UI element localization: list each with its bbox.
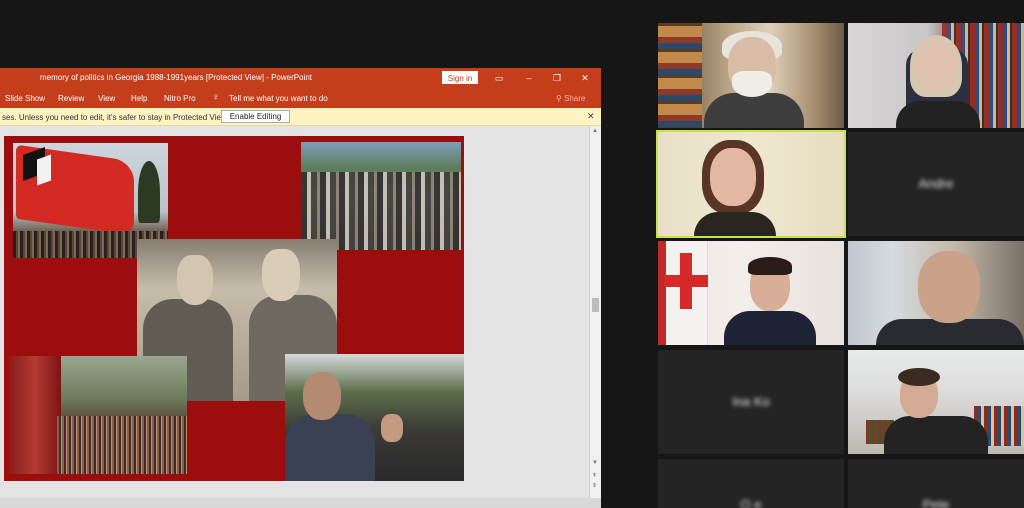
window-title: memory of politics in Georgia 1988-1991y… [40,73,312,82]
close-icon[interactable]: ✕ [577,71,593,85]
protected-view-message: ses. Unless you need to edit, it's safer… [2,113,229,122]
photo-rally [9,356,187,474]
photo-march [301,142,461,250]
sign-in-button[interactable]: Sign in [442,71,478,84]
share-label: Share [564,94,586,103]
share-button[interactable]: ⚲ Share [556,94,585,103]
tell-me-search[interactable]: Tell me what you want to do [229,94,328,103]
title-bar: memory of politics in Georgia 1988-1991y… [0,68,601,88]
participant-name: Andre [918,176,954,191]
protected-view-bar: ses. Unless you need to edit, it's safer… [0,108,601,126]
tab-slide-show[interactable]: Slide Show [5,94,45,103]
restore-icon[interactable]: ❐ [549,71,565,85]
person-icon: ⚲ [556,94,562,103]
participant-name: O e [740,497,762,508]
screen: memory of politics in Georgia 1988-1991y… [0,0,1024,508]
participant-video[interactable] [658,23,844,128]
active-speaker-video[interactable] [656,130,846,238]
participant-video[interactable] [848,350,1024,454]
participant-video[interactable] [658,241,844,345]
ribbon-display-icon[interactable]: ▭ [491,71,507,85]
status-bar [0,498,601,508]
tab-help[interactable]: Help [131,94,147,103]
lightbulb-icon: ♀ [212,92,220,103]
powerpoint-window: memory of politics in Georgia 1988-1991y… [0,68,601,508]
participant-name: Pete [922,497,950,508]
enable-editing-button[interactable]: Enable Editing [221,110,290,123]
participant-tile[interactable]: Pete [848,459,1024,508]
participant-tile[interactable]: O e [658,459,844,508]
tab-nitro-pro[interactable]: Nitro Pro [164,94,196,103]
scroll-down-icon[interactable]: ▼ [592,460,598,466]
scroll-up-icon[interactable]: ▲ [592,128,598,134]
ribbon-tabs: Slide Show Review View Help Nitro Pro ♀ … [0,88,601,108]
vertical-scrollbar[interactable]: ▲ ▼ ⇞ ⇟ [589,126,601,498]
scroll-thumb[interactable] [592,298,599,312]
photo-speaker [285,354,464,481]
tab-view[interactable]: View [98,94,115,103]
next-slide-icon[interactable]: ⇟ [592,482,597,489]
minimize-icon[interactable]: – [521,71,537,85]
prev-slide-icon[interactable]: ⇞ [592,472,597,479]
participant-tile[interactable]: Ina Ko [658,350,844,454]
tab-review[interactable]: Review [58,94,84,103]
participant-video[interactable] [848,23,1024,128]
participant-video[interactable] [848,241,1024,345]
participant-tile[interactable]: Andre [848,132,1024,236]
slide[interactable] [4,136,464,481]
participant-name: Ina Ko [732,394,770,409]
close-bar-icon[interactable]: ✕ [587,111,595,122]
